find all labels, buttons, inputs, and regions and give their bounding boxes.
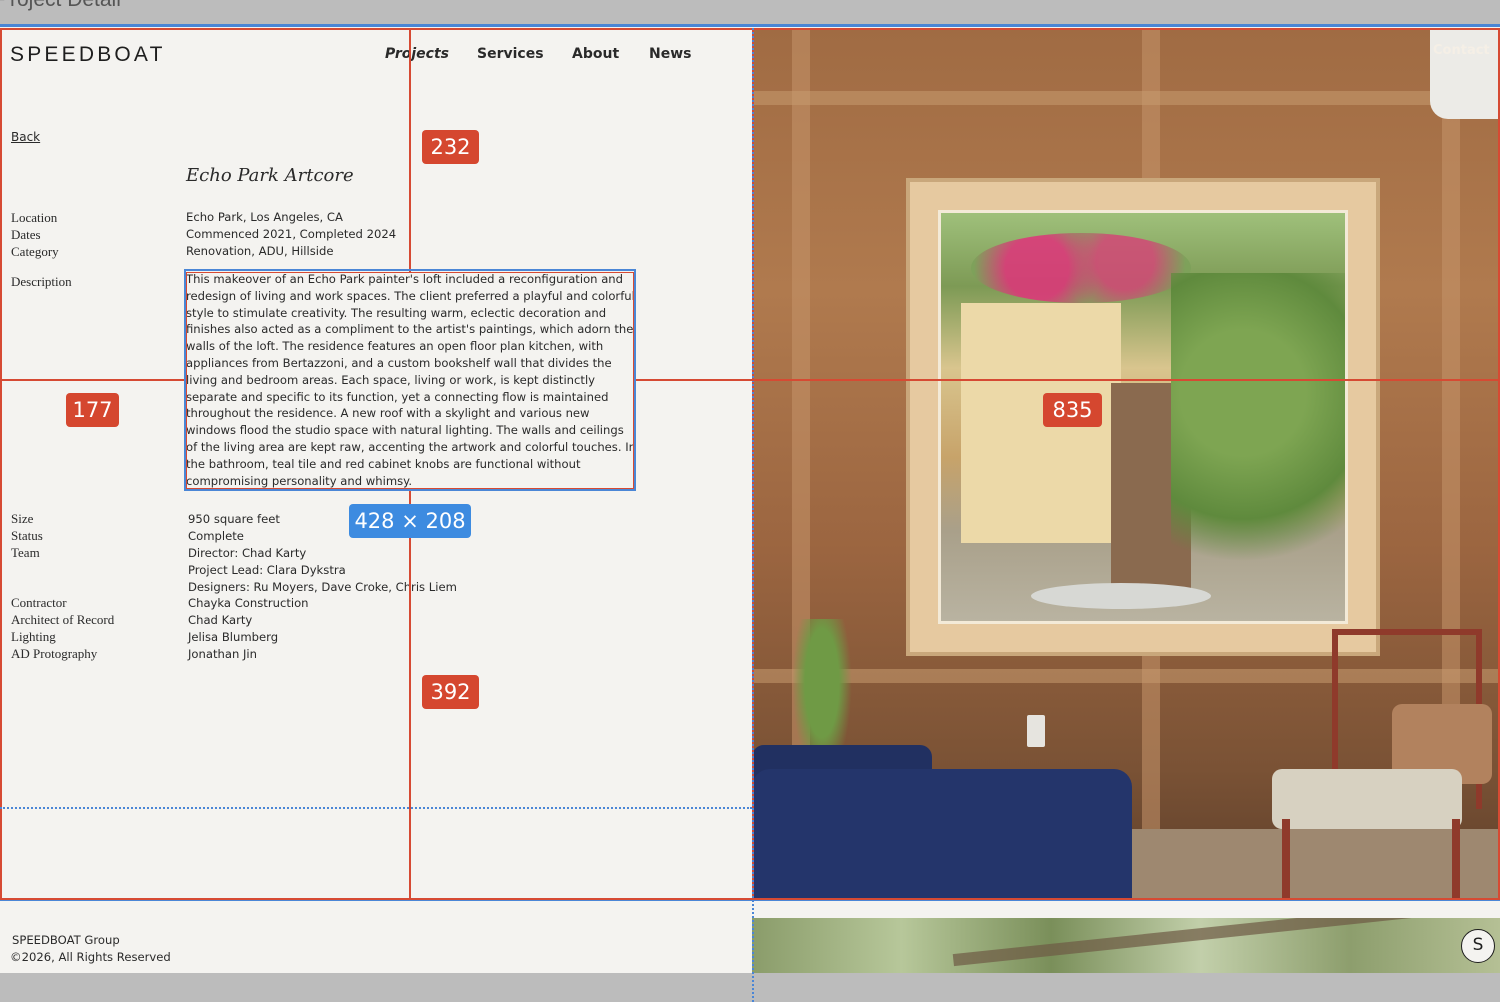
measure-line-right <box>634 379 1500 381</box>
chair-cushion <box>1272 769 1462 829</box>
description-line: of the living area are kept raw, accenti… <box>186 439 636 454</box>
distance-right-tag: 835 <box>1043 393 1102 427</box>
wall-outlet <box>1027 715 1045 747</box>
value-location: Echo Park, Los Angeles, CA <box>186 210 343 224</box>
site-logo[interactable]: SPEEDBOAT <box>10 43 166 67</box>
content-pane: SPEEDBOAT Projects Services About News B… <box>0 25 752 900</box>
guide-line <box>0 807 752 809</box>
label-description: Description <box>11 274 72 289</box>
value-category: Renovation, ADU, Hillside <box>186 244 334 258</box>
label-contractor: Contractor <box>11 595 67 610</box>
description-line: appliances from Bertazzoni, and a custom… <box>186 355 612 370</box>
label-location: Location <box>11 210 58 225</box>
description-line: separate and specific to its function, y… <box>186 389 609 404</box>
description-line: living and bedroom areas. Each space, li… <box>186 372 596 387</box>
distance-bottom-tag: 392 <box>422 675 479 709</box>
lounge-chair <box>1252 609 1500 900</box>
patio-table <box>1031 583 1211 609</box>
garden-view <box>938 210 1348 624</box>
ivy <box>1171 273 1345 573</box>
distance-top-tag: 232 <box>422 130 479 164</box>
guide-line <box>752 28 754 1002</box>
description-line: walls of the loft. The residence feature… <box>186 339 604 354</box>
label-dates: Dates <box>11 227 41 242</box>
label-status: Status <box>11 528 43 543</box>
nav-news[interactable]: News <box>649 46 691 62</box>
label-architect: Architect of Record <box>11 612 115 627</box>
footer: SPEEDBOAT Group ©2026, All Rights Reserv… <box>0 903 752 973</box>
footer-image <box>752 918 1500 973</box>
description-line: style to stimulate creativity. The resul… <box>186 305 607 320</box>
footer-copyright: ©2026, All Rights Reserved <box>10 950 171 964</box>
description-line: throughout the residence. A new roof wit… <box>186 406 590 421</box>
footer-company: SPEEDBOAT Group <box>12 933 120 947</box>
value-architect: Chad Karty <box>188 613 253 627</box>
project-hero-image <box>752 29 1500 900</box>
project-title: Echo Park Artcore <box>186 165 354 186</box>
measure-line-top <box>409 28 411 272</box>
wall-beam <box>752 91 1500 105</box>
description-line: compromising personality and whimsy. <box>186 473 413 488</box>
chair-leg <box>1282 819 1290 900</box>
nav-contact[interactable]: Contact <box>1433 43 1490 58</box>
label-lighting: Lighting <box>11 629 56 644</box>
description-line: the bathroom, teal tile and red cabinet … <box>186 456 581 471</box>
value-dates: Commenced 2021, Completed 2024 <box>186 227 397 241</box>
label-photography: AD Protography <box>11 646 98 661</box>
label-team: Team <box>11 545 40 560</box>
blue-sofa <box>752 769 1132 900</box>
guide-line <box>0 898 1500 901</box>
measure-line-bottom <box>409 489 411 899</box>
bougainvillea <box>971 233 1191 303</box>
back-link[interactable]: Back <box>11 130 40 144</box>
chat-badge-button[interactable]: S <box>1461 929 1495 963</box>
measure-line-left <box>0 379 186 381</box>
project-description: This makeover of an Echo Park painter's … <box>186 271 636 489</box>
value-team-director: Director: Chad Karty <box>188 546 307 560</box>
value-photography: Jonathan Jin <box>188 647 257 661</box>
value-team-designers: Designers: Ru Moyers, Dave Croke, Chris … <box>188 580 457 594</box>
nav-services[interactable]: Services <box>477 46 544 62</box>
window-frame <box>906 178 1380 656</box>
label-category: Category <box>11 244 59 259</box>
value-size: 950 square feet <box>188 512 280 526</box>
tree-branch <box>952 918 1452 967</box>
description-line: redesign of living and work spaces. The … <box>186 288 635 303</box>
value-status: Complete <box>188 529 244 543</box>
value-lighting: Jelisa Blumberg <box>188 630 279 644</box>
description-line: This makeover of an Echo Park painter's … <box>186 272 624 286</box>
description-line: finishes also acted as a compliment to t… <box>186 322 634 337</box>
page: SPEEDBOAT Projects Services About News B… <box>0 25 1500 973</box>
description-line: windows flood the studio space with natu… <box>186 423 624 438</box>
window-title: Project Detail <box>0 0 121 12</box>
guide-line <box>0 24 1500 27</box>
label-size: Size <box>11 511 34 526</box>
value-team-lead: Project Lead: Clara Dykstra <box>188 563 346 577</box>
distance-left-tag: 177 <box>66 393 119 427</box>
value-contractor: Chayka Construction <box>188 596 309 610</box>
chair-leg <box>1452 819 1460 900</box>
nav-about[interactable]: About <box>572 46 619 62</box>
selection-size-tag: 428 × 208 <box>349 504 471 538</box>
nav-projects[interactable]: Projects <box>385 46 449 62</box>
